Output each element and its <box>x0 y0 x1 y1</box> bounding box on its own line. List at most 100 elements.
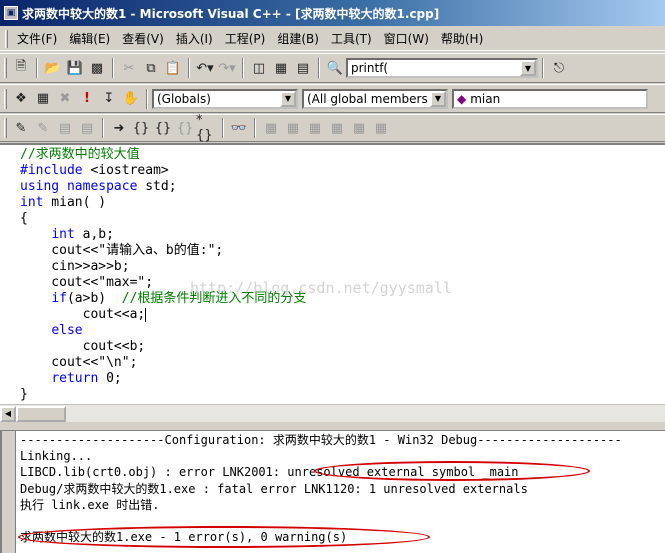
code-keyword: else <box>51 323 83 338</box>
save-all-icon[interactable]: ▩ <box>86 57 108 79</box>
go-debug-icon[interactable]: ➜ <box>108 117 130 139</box>
compile-icon[interactable]: ❖ <box>10 88 32 110</box>
code-line[interactable]: return 0; <box>20 371 306 387</box>
toolbar-separator <box>318 58 320 78</box>
filter-combo[interactable]: (All global members ▼ <box>302 88 448 109</box>
find-binoculars-icon[interactable]: ⎋ <box>548 57 570 79</box>
pane-splitter[interactable] <box>0 422 665 431</box>
menu-tools[interactable]: 工具(T) <box>325 28 378 50</box>
code-text[interactable]: //求两数中的较大值 #include <iostream> using names… <box>20 147 306 403</box>
code-line[interactable]: cout<<"请输入a、b的值:"; <box>20 243 306 259</box>
scroll-left-icon[interactable]: ◀ <box>0 405 16 422</box>
quickwatch-icon[interactable]: 👓 <box>228 117 250 139</box>
variables-icon[interactable]: ▦ <box>282 117 304 139</box>
menu-file[interactable]: 文件(F) <box>11 28 63 50</box>
code-token: { <box>20 211 28 226</box>
save-icon[interactable]: 💾 <box>64 57 86 79</box>
output-window-icon[interactable]: ▦ <box>270 57 292 79</box>
code-line[interactable]: cout<<b; <box>20 339 306 355</box>
toolbar-separator <box>36 58 38 78</box>
find-in-files-icon[interactable]: 🔍 <box>324 57 346 79</box>
next-bookmark-icon[interactable]: ✎ <box>32 117 54 139</box>
open-folder-icon[interactable]: 📂 <box>42 57 64 79</box>
find-combo[interactable]: printf( ▼ <box>346 58 538 78</box>
chevron-down-icon[interactable]: ▼ <box>430 90 446 107</box>
step-out-icon[interactable]: {} <box>174 117 196 139</box>
registers-icon[interactable]: ▦ <box>304 117 326 139</box>
watch-icon[interactable]: ▦ <box>260 117 282 139</box>
build-icon[interactable]: ▦ <box>32 88 54 110</box>
menubar-grip[interactable] <box>5 29 8 48</box>
call-stack-icon[interactable]: ▦ <box>348 117 370 139</box>
window-title: 求两数中较大的数1 - Microsoft Visual C++ - [求两数中… <box>22 6 440 21</box>
memory-icon[interactable]: ▦ <box>326 117 348 139</box>
output-gutter <box>2 431 16 553</box>
standard-toolbar: 🗎 📂 💾 ▩ ✂ ⧉ 📋 ↶▾ ↷▾ ◫ ▦ ▤ 🔍 printf( ▼ ⎋ <box>0 53 665 83</box>
toolbar-grip[interactable] <box>4 88 7 109</box>
toolbar-separator <box>254 118 256 138</box>
code-line[interactable]: using namespace std; <box>20 179 306 195</box>
horizontal-scrollbar[interactable]: ◀ <box>0 404 665 422</box>
code-editor[interactable]: //求两数中的较大值 #include <iostream> using names… <box>0 143 665 404</box>
find-combo-value: printf( <box>351 61 389 75</box>
output-line[interactable]: Debug/求两数中较大的数1.exe : fatal error LNK112… <box>20 481 622 497</box>
code-line[interactable]: cin>>a>>b; <box>20 259 306 275</box>
chevron-down-icon[interactable]: ▼ <box>520 60 536 76</box>
code-token: } <box>20 387 28 402</box>
disassembly-icon[interactable]: ▦ <box>370 117 392 139</box>
menu-edit[interactable]: 编辑(E) <box>63 28 116 50</box>
scrollbar-thumb[interactable] <box>16 405 66 422</box>
step-into-icon[interactable]: {} <box>130 117 152 139</box>
paste-icon[interactable]: 📋 <box>162 57 184 79</box>
toolbar-separator <box>112 58 114 78</box>
code-line[interactable]: else <box>20 323 306 339</box>
code-token: cin>>a>>b; <box>20 259 130 274</box>
toggle-bookmark-icon[interactable]: ✎ <box>10 117 32 139</box>
code-line[interactable]: //求两数中的较大值 <box>20 147 306 163</box>
menu-build[interactable]: 组建(B) <box>271 28 325 50</box>
step-over-icon[interactable]: {} <box>152 117 174 139</box>
code-line[interactable]: { <box>20 211 306 227</box>
workspace-icon[interactable]: ◫ <box>248 57 270 79</box>
code-token: cout<<a; <box>20 307 146 322</box>
code-line[interactable]: int mian( ) <box>20 195 306 211</box>
filter-combo-value: (All global members <box>307 91 428 106</box>
menu-window[interactable]: 窗口(W) <box>378 28 435 50</box>
clear-bookmarks-icon[interactable]: ▤ <box>76 117 98 139</box>
toolbar-grip[interactable] <box>4 58 7 78</box>
menu-project[interactable]: 工程(P) <box>219 28 272 50</box>
output-pane[interactable]: --------------------Configuration: 求两数中较… <box>0 431 665 553</box>
menu-help[interactable]: 帮助(H) <box>435 28 489 50</box>
prev-bookmark-icon[interactable]: ▤ <box>54 117 76 139</box>
new-file-icon[interactable]: 🗎 <box>10 57 32 79</box>
code-line[interactable]: cout<<a; <box>20 307 306 323</box>
chevron-down-icon[interactable]: ▼ <box>280 90 296 107</box>
code-keyword: return <box>51 371 99 386</box>
menu-view[interactable]: 查看(V) <box>116 28 170 50</box>
member-function-icon: ◆ <box>457 91 467 106</box>
stop-build-icon[interactable]: ✖ <box>54 88 76 110</box>
editor-gutter[interactable] <box>0 145 18 404</box>
redo-icon[interactable]: ↷▾ <box>216 57 238 79</box>
menu-insert[interactable]: 插入(I) <box>170 28 219 50</box>
copy-icon[interactable]: ⧉ <box>140 57 162 79</box>
member-combo[interactable]: ◆ mian <box>452 88 648 109</box>
code-line[interactable]: cout<<"\n"; <box>20 355 306 371</box>
toolbar-grip[interactable] <box>4 118 7 138</box>
toolbar-separator <box>242 58 244 78</box>
undo-icon[interactable]: ↶▾ <box>194 57 216 79</box>
code-token: cout<<b; <box>20 339 146 354</box>
code-line[interactable]: } <box>20 387 306 403</box>
code-line[interactable]: #include <iostream> <box>20 163 306 179</box>
run-to-cursor-icon[interactable]: *{} <box>196 113 218 143</box>
execute-icon[interactable]: ! <box>76 88 98 110</box>
window-list-icon[interactable]: ▤ <box>292 57 314 79</box>
output-line[interactable]: 执行 link.exe 时出错. <box>20 497 622 513</box>
code-line[interactable]: int a,b; <box>20 227 306 243</box>
breakpoint-hand-icon[interactable]: ✋ <box>120 88 142 110</box>
cut-icon[interactable]: ✂ <box>118 57 140 79</box>
output-line[interactable]: --------------------Configuration: 求两数中较… <box>20 432 622 448</box>
go-icon[interactable]: ↧ <box>98 88 120 110</box>
class-combo[interactable]: (Globals) ▼ <box>152 88 298 109</box>
